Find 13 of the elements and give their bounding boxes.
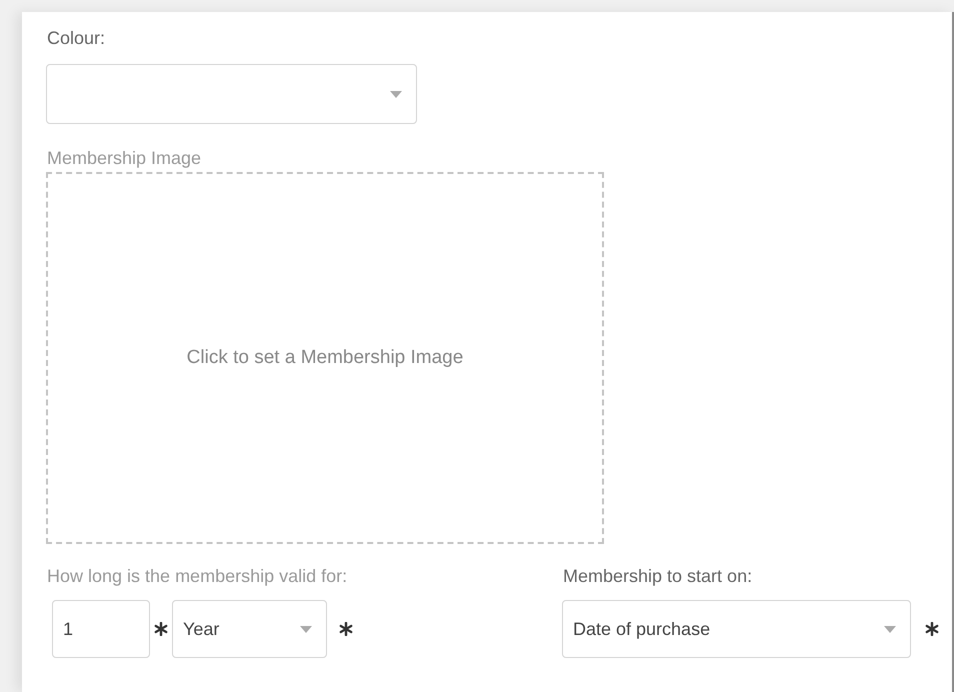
colour-select[interactable] [46, 64, 417, 124]
duration-field[interactable]: 1 [52, 600, 150, 658]
start-select[interactable]: Date of purchase [562, 600, 911, 658]
image-label: Membership Image [47, 147, 202, 170]
validity-label: How long is the membership valid for: [47, 565, 348, 588]
colour-label: Colour: [47, 27, 106, 50]
unit-select[interactable]: Year [172, 600, 327, 658]
image-prompt: Click to set a Membership Image [186, 347, 464, 369]
caret-icon [300, 626, 312, 632]
caret-icon [884, 626, 896, 632]
start-label: Membership to start on: [563, 565, 754, 588]
caret-icon [390, 90, 402, 98]
image-drop-area[interactable]: Click to set a Membership Image [46, 172, 604, 544]
